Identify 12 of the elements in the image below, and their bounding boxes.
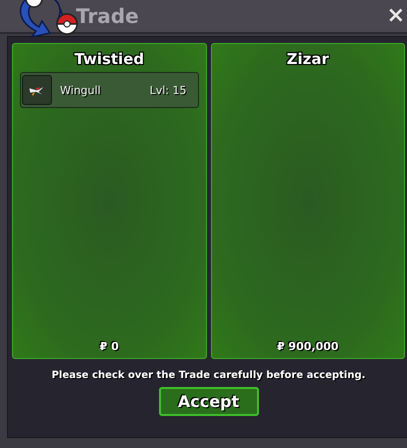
window-title: Trade bbox=[76, 4, 139, 28]
close-button[interactable]: × bbox=[386, 5, 405, 27]
pokemon-level: Lvl: 15 bbox=[150, 84, 186, 96]
notice-text: Please check over the Trade carefully before accepting. bbox=[52, 370, 366, 381]
money-amount: ₽ 0 bbox=[100, 340, 119, 353]
accept-button[interactable]: Accept bbox=[158, 387, 258, 416]
trader-name: Zizar bbox=[286, 50, 329, 68]
trader-name: Twistied bbox=[74, 50, 144, 68]
money-amount: ₽ 900,000 bbox=[276, 340, 339, 353]
bird-icon bbox=[22, 75, 52, 105]
pokemon-name: Wingull bbox=[60, 84, 102, 96]
pokemon-row[interactable]: Wingull Lvl: 15 bbox=[20, 72, 198, 108]
